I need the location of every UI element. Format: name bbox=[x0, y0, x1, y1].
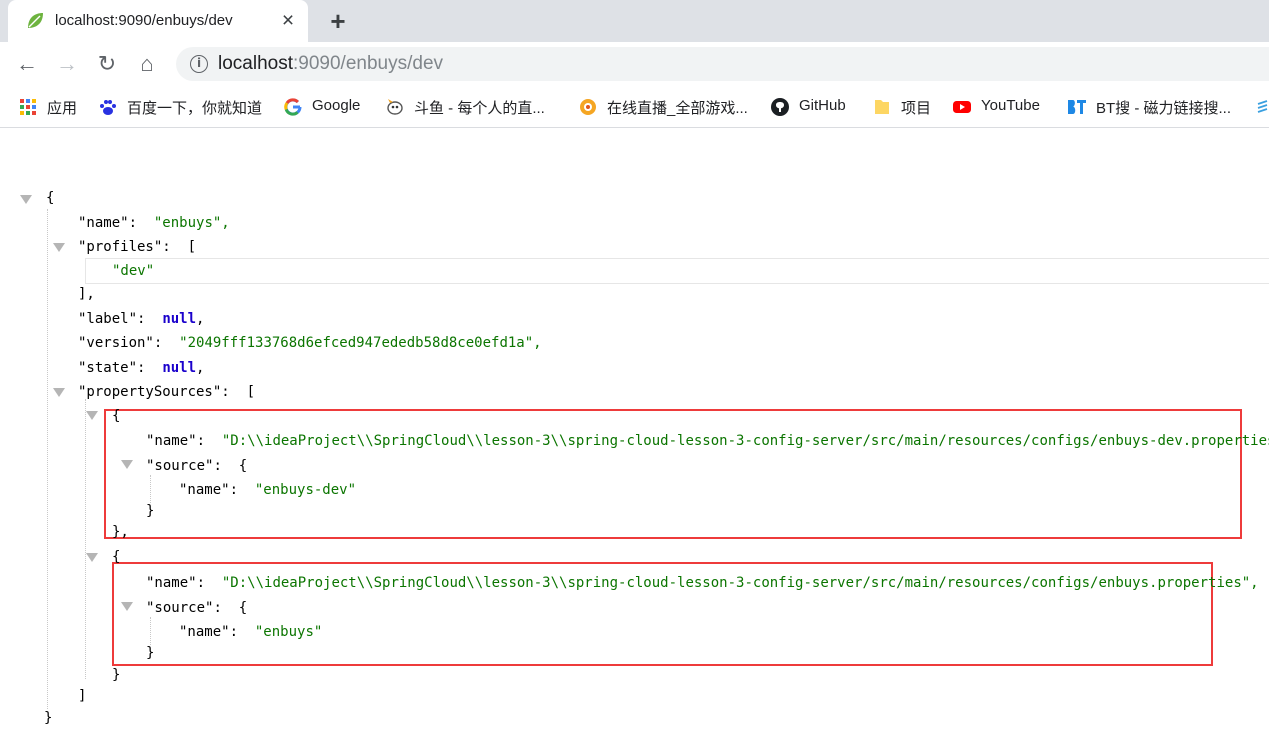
youtube-icon bbox=[953, 101, 971, 113]
url-path: :9090/enbuys/dev bbox=[293, 53, 444, 74]
collapse-toggle-icon[interactable] bbox=[121, 602, 133, 611]
json-key: "name" bbox=[146, 433, 197, 449]
json-string-value: "dev" bbox=[112, 263, 155, 279]
json-line-source-path: "name": "D:\\ideaProject\\SpringCloud\\l… bbox=[146, 431, 1269, 451]
indent-guide bbox=[47, 209, 48, 709]
reload-icon[interactable]: ↻ bbox=[93, 50, 121, 78]
json-key: "state" bbox=[78, 360, 138, 376]
bookmark-label: BT搜 - 磁力链接搜... bbox=[1096, 100, 1232, 117]
json-string-value: "enbuys" bbox=[254, 624, 323, 640]
json-root-open: { bbox=[46, 190, 55, 206]
json-string-value: "enbuys-dev" bbox=[254, 482, 357, 498]
tab-strip: localhost:9090/enbuys/dev × + bbox=[0, 0, 1269, 42]
json-line-source: "source": { bbox=[146, 458, 248, 474]
json-object-close: } bbox=[146, 503, 155, 519]
json-line-name: "name": "enbuys", bbox=[78, 215, 230, 231]
huya-icon bbox=[580, 99, 596, 115]
bookmark-label: 百度一下，你就知道 bbox=[127, 100, 263, 117]
bookmarks-bar: 应用 百度一下，你就知道 Google 斗鱼 - 每个人的直... 在线直播_全… bbox=[0, 86, 1269, 128]
json-key: "source" bbox=[146, 600, 214, 616]
douyu-icon bbox=[387, 99, 403, 115]
json-key: "source" bbox=[146, 458, 214, 474]
json-line-source-name: "name": "enbuys" bbox=[179, 624, 323, 640]
json-line-source-path: "name": "D:\\ideaProject\\SpringCloud\\l… bbox=[146, 575, 1259, 591]
tab-close-icon[interactable]: × bbox=[276, 9, 300, 33]
json-key: "propertySources" bbox=[78, 384, 222, 400]
json-line-source: "source": { bbox=[146, 600, 248, 616]
bookmark-label: Google bbox=[312, 97, 361, 114]
json-viewer: { "name": "enbuys", "profiles": [ "dev" … bbox=[0, 129, 1269, 736]
json-null-value: null bbox=[162, 360, 197, 376]
json-profiles-close: ], bbox=[78, 286, 95, 302]
json-key: "version" bbox=[78, 335, 154, 351]
bookmark-label: 项目 bbox=[901, 100, 932, 117]
google-g-icon bbox=[284, 98, 302, 116]
profiles-array-box bbox=[85, 258, 1269, 284]
folder-icon bbox=[875, 100, 889, 114]
address-bar[interactable]: i localhost:9090/enbuys/dev bbox=[176, 47, 1269, 81]
json-line-label: "label": null, bbox=[78, 311, 205, 327]
home-icon[interactable]: ⌂ bbox=[133, 50, 161, 78]
json-string-value: "2049fff133768d6efced947ededb58d8ce0efd1… bbox=[179, 335, 542, 351]
json-line-version: "version": "2049fff133768d6efced947ededb… bbox=[78, 335, 542, 351]
json-object-open: { bbox=[112, 408, 121, 424]
back-arrow-icon[interactable]: ← bbox=[13, 50, 41, 78]
highlight-box-source-1 bbox=[104, 409, 1242, 539]
collapse-toggle-icon[interactable] bbox=[53, 388, 65, 397]
indent-guide bbox=[85, 399, 86, 679]
json-key: "name" bbox=[179, 624, 230, 640]
github-icon bbox=[771, 98, 789, 116]
json-line-property-sources: "propertySources": [ bbox=[78, 384, 256, 400]
spring-leaf-icon bbox=[28, 13, 43, 28]
json-object-close: }, bbox=[112, 524, 129, 540]
json-string-value: "enbuys", bbox=[153, 215, 230, 231]
bookmark-label: YouTube bbox=[981, 97, 1040, 114]
json-array-close: ] bbox=[78, 688, 87, 704]
json-object-close: } bbox=[112, 667, 121, 683]
bookmark-label: GitHub bbox=[799, 97, 846, 114]
json-object-open: { bbox=[112, 549, 121, 565]
json-string-value: "D:\\ideaProject\\SpringCloud\\lesson-3\… bbox=[221, 433, 1269, 449]
json-null-value: null bbox=[162, 311, 197, 327]
collapse-toggle-icon[interactable] bbox=[121, 460, 133, 469]
json-key: "name" bbox=[179, 482, 230, 498]
bookmark-label: 应用 bbox=[47, 100, 78, 117]
json-key: "label" bbox=[78, 311, 138, 327]
baidu-paw-icon bbox=[100, 100, 116, 115]
json-line-state: "state": null, bbox=[78, 360, 205, 376]
json-line-profiles: "profiles": [ bbox=[78, 239, 197, 255]
collapse-toggle-icon[interactable] bbox=[53, 243, 65, 252]
collapse-toggle-icon[interactable] bbox=[86, 553, 98, 562]
bookmark-label: 斗鱼 - 每个人的直... bbox=[414, 100, 545, 117]
json-root-close: } bbox=[44, 710, 53, 726]
collapse-toggle-icon[interactable] bbox=[20, 195, 32, 204]
bt-icon bbox=[1068, 100, 1086, 114]
url-text[interactable]: localhost:9090/enbuys/dev bbox=[218, 53, 443, 75]
browser-tab[interactable]: localhost:9090/enbuys/dev × bbox=[8, 0, 308, 42]
forward-arrow-icon[interactable]: → bbox=[53, 50, 81, 78]
json-key: "name" bbox=[78, 215, 129, 231]
tab-title: localhost:9090/enbuys/dev bbox=[55, 12, 233, 29]
bookmark-label: 在线直播_全部游戏... bbox=[607, 100, 748, 117]
browser-toolbar: ← → ↻ ⌂ i localhost:9090/enbuys/dev bbox=[0, 42, 1269, 86]
collapse-toggle-icon[interactable] bbox=[86, 411, 98, 420]
json-key: "name" bbox=[146, 575, 197, 591]
json-string-value: "D:\\ideaProject\\SpringCloud\\lesson-3\… bbox=[221, 575, 1259, 591]
site-info-icon[interactable]: i bbox=[190, 55, 208, 73]
url-host: localhost bbox=[218, 53, 293, 74]
apps-grid-icon bbox=[20, 99, 36, 115]
json-line-source-name: "name": "enbuys-dev" bbox=[179, 482, 357, 498]
json-line-profile-item: "dev" bbox=[112, 261, 154, 281]
overflow-bookmark-icon[interactable] bbox=[1256, 100, 1269, 114]
new-tab-button[interactable]: + bbox=[321, 6, 355, 36]
json-object-close: } bbox=[146, 645, 155, 661]
json-key: "profiles" bbox=[78, 239, 163, 255]
